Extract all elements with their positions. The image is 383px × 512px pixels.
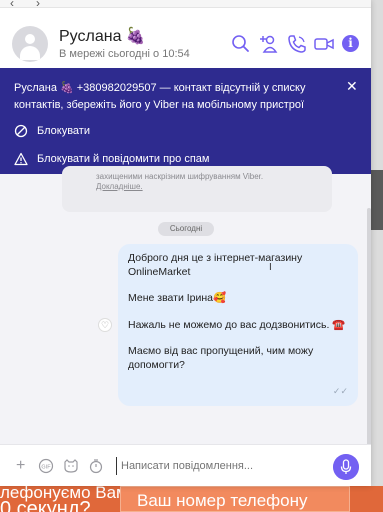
background-callout-text-2: 0 секунд? [0,498,91,512]
block-and-report-button[interactable]: Блокувати й повідомити про спам [14,152,209,166]
svg-text:GIF: GIF [41,465,51,471]
phone-number-field[interactable]: Ваш номер телефону [120,486,350,512]
message-input[interactable] [116,457,316,475]
window-top-strip: ‹ › [0,0,371,10]
block-and-report-label: Блокувати й повідомити про спам [37,153,210,165]
chat-header: Руслана 🍇 В мережі сьогодні о 10:54 i [0,8,371,68]
gif-icon[interactable]: GIF [38,457,54,475]
video-icon[interactable] [313,34,335,54]
plus-icon[interactable]: + [16,457,25,475]
search-icon[interactable] [230,34,252,54]
message-area: захищеними наскрізним шифруванням Viber.… [0,166,371,448]
background-page-footer: лефонуємо Вам 0 секунд? Ваш номер телефо… [0,486,383,512]
sticker-icon[interactable] [63,457,79,475]
message-paragraph: Доброго дня це з інтернет-магазину Onlin… [128,252,303,278]
avatar[interactable] [12,26,48,62]
message-paragraph: Нажаль не можемо до вас додзвонитись. ☎️ [128,318,346,331]
message-paragraph: Мене звати Ірина🥰 [128,292,227,304]
contact-status: В мережі сьогодні о 10:54 [59,48,190,60]
close-icon[interactable]: ✕ [346,78,358,95]
read-check-icon: ✓✓ [332,385,348,396]
microphone-icon[interactable] [333,454,359,480]
date-separator: Сьогодні [158,222,214,236]
screen: лефонуємо Вам 0 секунд? Ваш номер телефо… [0,0,383,512]
block-label: Блокувати [37,125,90,137]
info-icon[interactable]: i [342,35,359,52]
incoming-message[interactable]: Доброго дня це з інтернет-магазину Onlin… [118,244,358,406]
contact-name[interactable]: Руслана 🍇 [59,26,146,46]
text-cursor-icon: I [269,262,272,273]
block-icon [14,124,28,138]
block-button[interactable]: Блокувати [14,124,90,138]
scrollbar[interactable] [367,208,371,448]
timer-icon[interactable] [88,457,104,475]
viber-chat-window: ‹ › Руслана 🍇 В мережі сьогодні о 10:54 [0,0,371,486]
message-paragraph: Маємо від вас пропущений, чим можу допом… [128,345,314,371]
phone-icon[interactable] [286,34,308,54]
message-composer: + GIF [0,444,371,486]
learn-more-link[interactable]: Докладніше. [96,182,332,192]
encryption-notice: захищеними наскрізним шифруванням Viber.… [62,166,332,212]
add-participant-icon[interactable] [258,34,280,54]
warning-icon [14,152,28,166]
background-page-edge [371,0,383,512]
banner-message: Руслана 🍇 +380982029507 — контакт відсут… [14,82,306,111]
unknown-contact-banner: Руслана 🍇 +380982029507 — контакт відсут… [0,68,371,174]
encryption-text: захищеними наскрізним шифруванням Viber. [96,172,264,181]
heart-icon[interactable]: ♡ [98,318,112,332]
